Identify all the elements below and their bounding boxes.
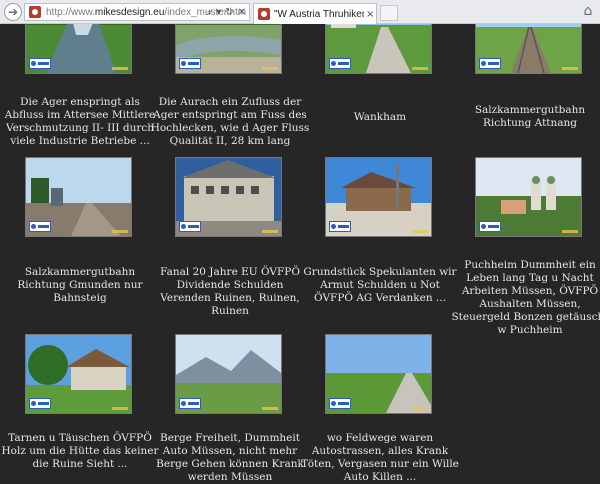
photo-thumbnail[interactable] — [175, 334, 282, 414]
photo-logo-badge — [479, 221, 501, 232]
photo-logo-badge — [29, 58, 51, 69]
photo-logo-badge — [29, 398, 51, 409]
photo-date-stamp — [262, 67, 278, 70]
photo-logo-badge — [179, 221, 201, 232]
photo-date-stamp — [562, 230, 578, 233]
photo-date-stamp — [412, 67, 428, 70]
address-tools: ⌕ ▾ ↻ ✕ — [207, 4, 246, 20]
new-tab-button[interactable] — [380, 5, 398, 21]
photo-date-stamp — [262, 230, 278, 233]
photo-logo-badge — [329, 58, 351, 69]
refresh-icon[interactable]: ↻ — [225, 7, 233, 18]
browser-tab[interactable]: "W Austria Thruhiker 4. M F... × — [253, 3, 377, 24]
site-favicon-icon — [29, 6, 41, 18]
close-icon[interactable]: ✕ — [238, 7, 246, 18]
photo-date-stamp — [112, 230, 128, 233]
home-icon[interactable]: ⌂ — [580, 3, 596, 19]
browser-toolbar: ➔ http://www.mikesdesign.eu/index_muster… — [0, 0, 600, 24]
photo-caption: Fanal 20 Jahre EU ÖVFPÖ Dividende Schuld… — [160, 266, 300, 317]
photo-date-stamp — [412, 230, 428, 233]
photo-logo-badge — [29, 221, 51, 232]
photo-thumbnail[interactable] — [475, 24, 582, 74]
photo-thumbnail[interactable] — [25, 334, 132, 414]
photo-caption: Salzkammergutbahn Richtung Gmunden nur B… — [17, 266, 143, 304]
photo-date-stamp — [562, 67, 578, 70]
photo-caption: Die Ager enspringt als Abfluss im Atters… — [4, 96, 156, 147]
photo-thumbnail[interactable] — [475, 157, 582, 237]
photo-thumbnail[interactable] — [325, 334, 432, 414]
photo-logo-badge — [329, 398, 351, 409]
photo-thumbnail[interactable] — [25, 157, 132, 237]
photo-logo-badge — [329, 221, 351, 232]
photo-thumbnail[interactable] — [325, 24, 432, 74]
tab-favicon-icon — [258, 8, 270, 20]
photo-caption: wo Feldwege waren Autostrassen, alles Kr… — [301, 432, 459, 483]
photo-date-stamp — [412, 407, 428, 410]
search-icon[interactable]: ⌕ — [207, 7, 213, 18]
photo-thumbnail[interactable] — [25, 24, 132, 74]
dropdown-icon[interactable]: ▾ — [216, 7, 221, 18]
photo-caption: Salzkammergutbahn Richtung Attnang — [474, 104, 586, 129]
photo-logo-badge — [479, 58, 501, 69]
photo-thumbnail[interactable] — [175, 24, 282, 74]
photo-gallery: Die Ager enspringt als Abfluss im Atters… — [0, 24, 600, 484]
back-arrow-icon[interactable]: ➔ — [4, 3, 22, 21]
photo-caption: Berge Freiheit, Dummheit Auto Müssen, ni… — [156, 432, 304, 483]
tab-title: "W Austria Thruhiker 4. M F... — [274, 8, 364, 20]
photo-date-stamp — [112, 67, 128, 70]
photo-caption: Wankham — [353, 111, 407, 123]
photo-thumbnail[interactable] — [325, 157, 432, 237]
photo-date-stamp — [112, 407, 128, 410]
photo-logo-badge — [179, 398, 201, 409]
photo-caption: Die Aurach ein Zufluss der Ager entsprin… — [150, 96, 310, 147]
photo-logo-badge — [179, 58, 201, 69]
photo-date-stamp — [262, 407, 278, 410]
address-bar[interactable]: http://www.mikesdesign.eu/index_muster.h… — [24, 3, 250, 21]
photo-caption: Tarnen u Täuschen ÖVFPÖ Holz um die Hütt… — [1, 432, 159, 470]
tab-close-button[interactable]: × — [366, 9, 374, 20]
photo-caption: Puchheim Dummheit ein Leben lang Tag u N… — [451, 259, 600, 336]
photo-thumbnail[interactable] — [175, 157, 282, 237]
photo-caption: Grundstück Spekulanten wir Armut Schulde… — [303, 266, 457, 304]
